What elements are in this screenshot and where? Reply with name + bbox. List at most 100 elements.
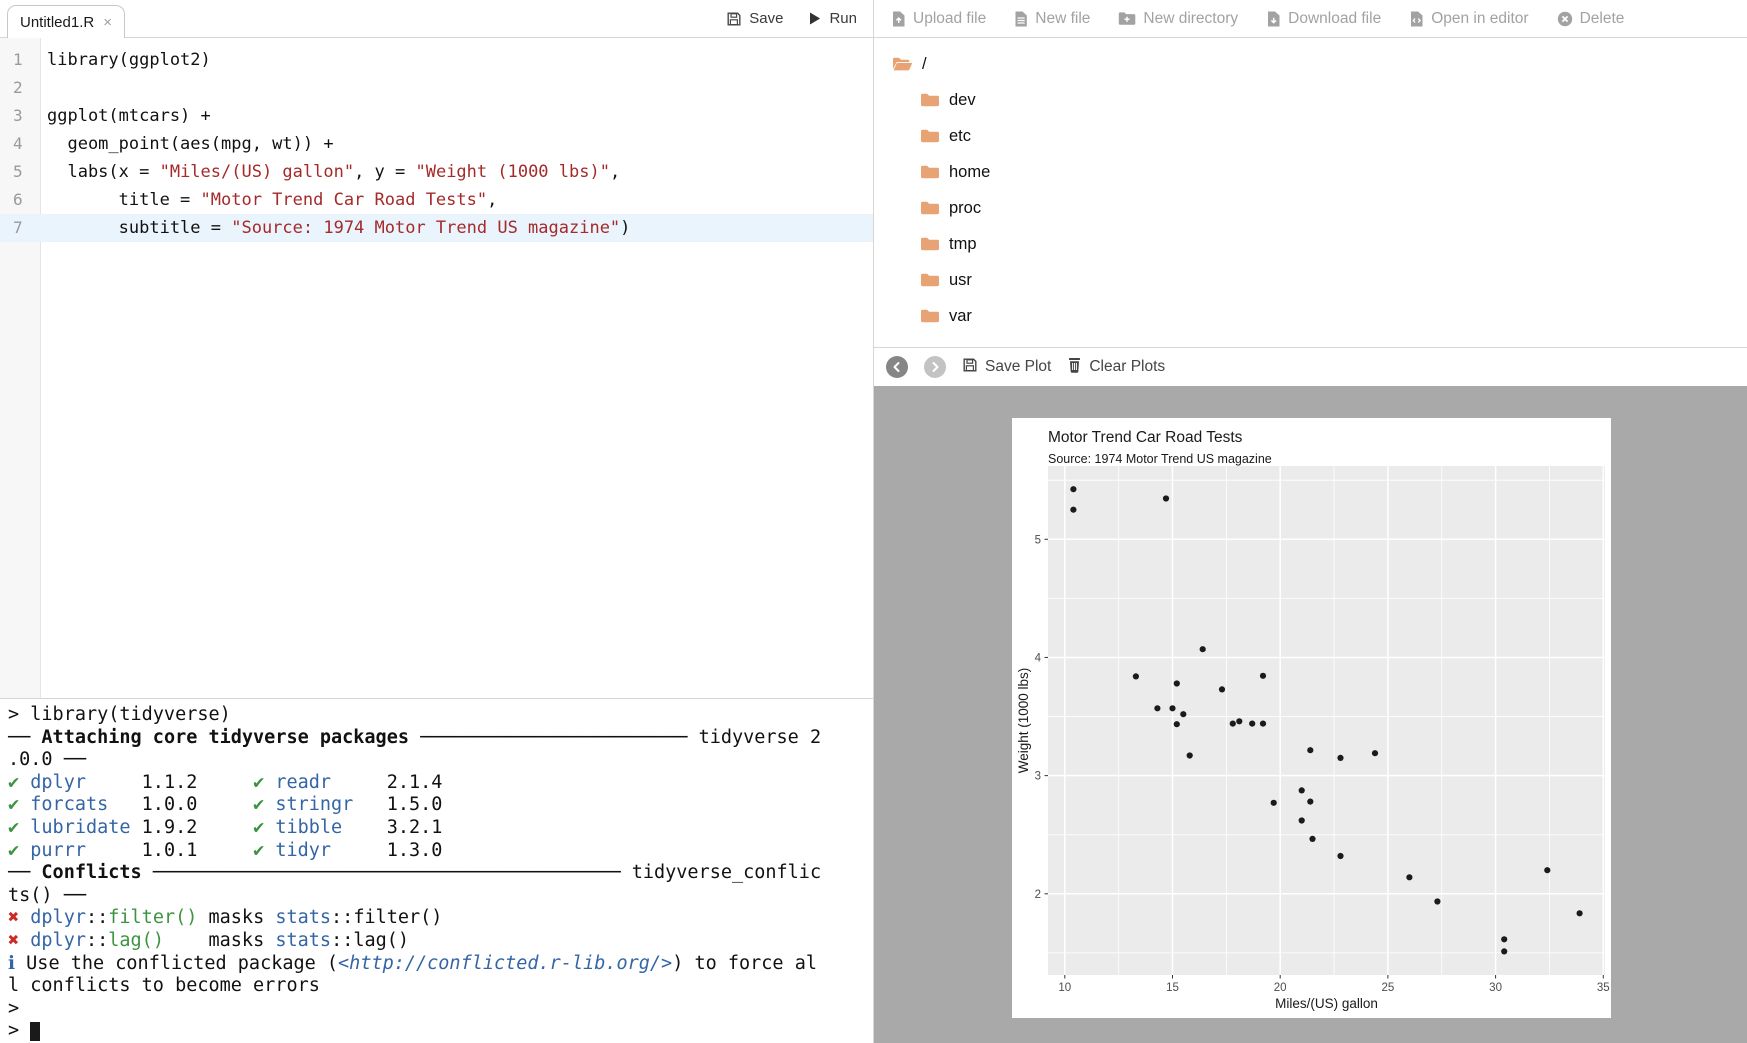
string-token: "Miles/(US) gallon" <box>160 162 354 182</box>
console-token: l conflicts to become errors <box>8 975 320 996</box>
folder-icon <box>920 236 940 252</box>
toolbar-item-label: Upload file <box>913 10 986 28</box>
code-line[interactable]: 2 <box>0 74 873 102</box>
console-token: Attaching core tidyverse packages <box>41 727 409 748</box>
plot-panel <box>1048 466 1605 975</box>
code-line[interactable]: 7 subtitle = "Source: 1974 Motor Trend U… <box>0 214 873 242</box>
console-token: 1.5.0 <box>353 794 442 815</box>
tab-untitled1[interactable]: Untitled1.R × <box>7 5 125 38</box>
download-file-icon <box>1266 11 1281 27</box>
folder-icon <box>920 164 940 180</box>
console-token: purrr <box>30 840 86 861</box>
plot-canvas: 1015202530352345Motor Trend Car Road Tes… <box>1012 418 1611 1018</box>
console-line: > library(tidyverse) <box>8 704 873 727</box>
code-token: ) <box>620 218 630 238</box>
code-line[interactable]: 4 geom_point(aes(mpg, wt)) + <box>0 130 873 158</box>
console-line: .0.0 ── <box>8 749 873 772</box>
tree-row-dev[interactable]: dev <box>892 82 1747 118</box>
line-number: 7 <box>0 214 41 242</box>
data-point <box>1219 686 1225 692</box>
plot-card: 1015202530352345Motor Trend Car Road Tes… <box>1012 418 1611 1018</box>
tree-row-usr[interactable]: usr <box>892 262 1747 298</box>
console-token: tidyr <box>275 840 331 861</box>
toolbar-upload-file[interactable]: Upload file <box>891 10 986 28</box>
next-plot-button[interactable] <box>924 356 946 378</box>
save-plot-button[interactable]: Save Plot <box>962 357 1051 378</box>
run-button[interactable]: Run <box>807 10 857 27</box>
console-token: ✔ <box>8 794 30 815</box>
console-token: 1.9.2 <box>131 817 254 838</box>
console-token: .0.0 ── <box>8 749 86 770</box>
data-point <box>1309 836 1315 842</box>
tree-row-home[interactable]: home <box>892 154 1747 190</box>
data-point <box>1174 680 1180 686</box>
data-point <box>1406 874 1412 880</box>
data-point <box>1299 787 1305 793</box>
data-point <box>1187 752 1193 758</box>
tree-row-root[interactable]: / <box>892 46 1747 82</box>
tree-row-proc[interactable]: proc <box>892 190 1747 226</box>
x-tick-label: 20 <box>1274 982 1287 994</box>
line-number: 6 <box>0 186 41 214</box>
string-token: "Motor Trend Car Road Tests" <box>201 190 488 210</box>
console-line: l conflicts to become errors <box>8 975 873 998</box>
console-token: > library(tidyverse) <box>8 704 231 725</box>
tree-item-label: dev <box>949 91 976 110</box>
line-number: 5 <box>0 158 41 186</box>
toolbar-open-in-editor[interactable]: Open in editor <box>1409 10 1528 28</box>
console-line: > <box>8 998 873 1021</box>
data-point <box>1337 853 1343 859</box>
console-token: ✔ <box>253 794 275 815</box>
tree-row-var[interactable]: var <box>892 298 1747 334</box>
console-token: ✔ <box>8 817 30 838</box>
console-line: ✖ dplyr::filter() masks stats::filter() <box>8 907 873 930</box>
toolbar-download-file[interactable]: Download file <box>1266 10 1381 28</box>
run-icon <box>807 11 822 26</box>
console-token: readr <box>275 772 331 793</box>
save-plot-icon <box>962 357 978 378</box>
code-token: , <box>487 190 497 210</box>
data-point <box>1260 721 1266 727</box>
y-tick-label: 5 <box>1035 534 1041 546</box>
console-line: ts() ── <box>8 885 873 908</box>
tab-title: Untitled1.R <box>20 14 94 31</box>
console-token: ✖ <box>8 907 30 928</box>
console-line: ✔ forcats 1.0.0 ✔ stringr 1.5.0 <box>8 794 873 817</box>
save-button[interactable]: Save <box>726 10 783 27</box>
console-line: ── Conflicts ───────────────────────────… <box>8 862 873 885</box>
y-tick-label: 4 <box>1035 652 1042 664</box>
code-line[interactable]: 3ggplot(mtcars) + <box>0 102 873 130</box>
upload-file-icon <box>891 11 906 27</box>
console-token: ✔ <box>253 772 275 793</box>
console-token: ::filter() <box>331 907 442 928</box>
tree-row-tmp[interactable]: tmp <box>892 226 1747 262</box>
code-line[interactable]: 5 labs(x = "Miles/(US) gallon", y = "Wei… <box>0 158 873 186</box>
code-line[interactable]: 1library(ggplot2) <box>0 46 873 74</box>
toolbar-new-directory[interactable]: New directory <box>1118 10 1238 28</box>
console-token: ts() ── <box>8 885 86 906</box>
clear-plots-button[interactable]: Clear Plots <box>1067 357 1165 378</box>
line-number: 2 <box>0 74 41 102</box>
console-token: ──────────────────────── tidyverse 2 <box>409 727 821 748</box>
data-point <box>1271 800 1277 806</box>
arrow-left-icon <box>891 361 903 373</box>
code-lines: 1library(ggplot2)23ggplot(mtcars) +4 geo… <box>0 46 873 242</box>
previous-plot-button[interactable] <box>886 356 908 378</box>
chart-title: Motor Trend Car Road Tests <box>1048 429 1243 446</box>
r-console[interactable]: > library(tidyverse)── Attaching core ti… <box>0 698 873 1043</box>
editor-tabbar: Untitled1.R × Save Run <box>0 0 873 38</box>
toolbar-item-label: New directory <box>1143 10 1238 28</box>
toolbar-new-file[interactable]: New file <box>1014 10 1090 28</box>
console-token: ✖ <box>8 930 30 951</box>
code-line-text: ggplot(mtcars) + <box>41 102 873 130</box>
tab-close-icon[interactable]: × <box>103 15 112 30</box>
data-point <box>1372 750 1378 756</box>
tree-row-etc[interactable]: etc <box>892 118 1747 154</box>
toolbar-delete[interactable]: Delete <box>1557 10 1625 28</box>
y-tick-label: 2 <box>1035 889 1041 901</box>
x-axis-label: Miles/(US) gallon <box>1275 996 1378 1011</box>
code-editor[interactable]: 1library(ggplot2)23ggplot(mtcars) +4 geo… <box>0 38 873 698</box>
code-line[interactable]: 6 title = "Motor Trend Car Road Tests", <box>0 186 873 214</box>
code-token: ggplot(mtcars) + <box>47 106 211 126</box>
console-token: ── <box>8 727 41 748</box>
